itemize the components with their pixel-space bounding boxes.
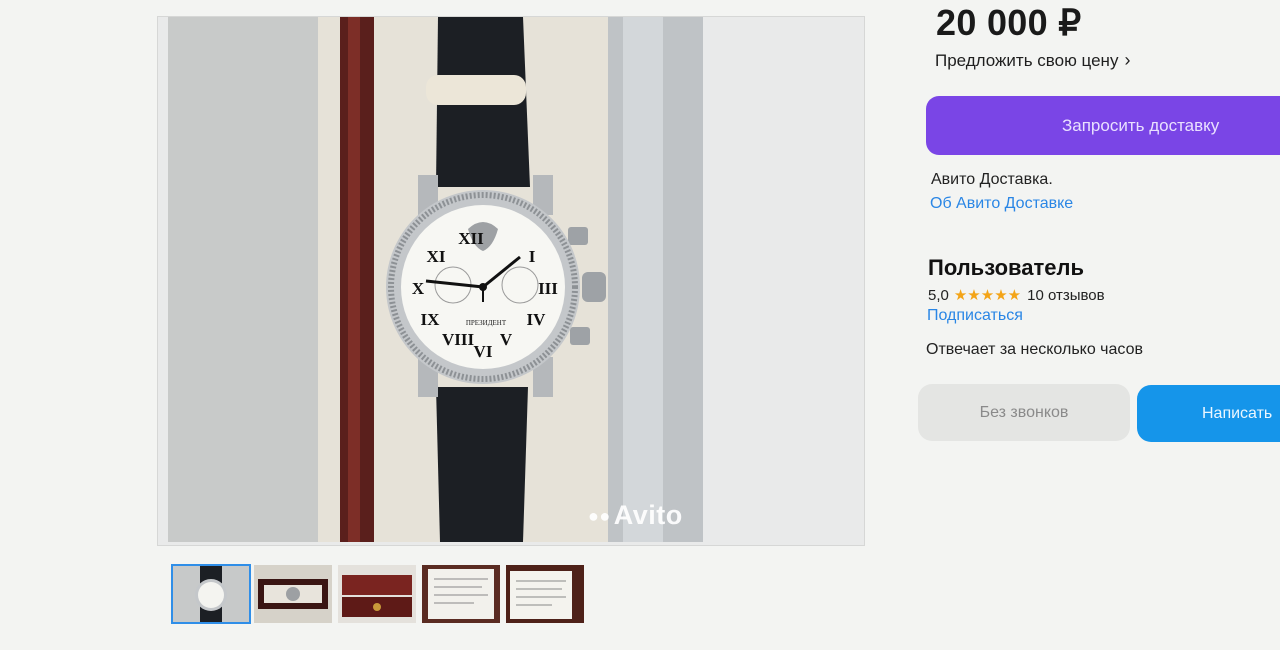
svg-text:IV: IV <box>527 310 547 329</box>
offer-price-link[interactable]: Предложить свою цену › <box>935 50 1130 71</box>
thumbnail-watch-photo[interactable] <box>171 564 251 624</box>
svg-text:VIII: VIII <box>442 330 475 349</box>
main-photo[interactable]: XII XI I X III IX IV VIII V VI ПРЕЗИДЕНТ <box>168 17 703 542</box>
svg-text:ПРЕЗИДЕНТ: ПРЕЗИДЕНТ <box>466 319 507 327</box>
svg-text:XI: XI <box>427 247 446 266</box>
no-calls-button: Без звонков <box>918 384 1130 441</box>
svg-text:XII: XII <box>458 229 484 248</box>
offer-price-label: Предложить свою цену <box>935 51 1119 70</box>
about-delivery-link[interactable]: Об Авито Доставке <box>930 195 1073 213</box>
response-time: Отвечает за несколько часов <box>926 341 1143 358</box>
avito-logo-icon: ●● <box>588 506 611 526</box>
svg-text:VI: VI <box>474 342 493 361</box>
seller-rating: 5,0 ★★★★★ 10 отзывов <box>928 286 1105 305</box>
reviews-link[interactable]: 10 отзывов <box>1027 287 1105 304</box>
avito-watermark: ●● Avito <box>588 500 683 530</box>
svg-text:V: V <box>500 330 513 349</box>
svg-text:III: III <box>538 279 558 298</box>
delivery-service-label: Авито Доставка. <box>931 171 1053 188</box>
svg-text:IX: IX <box>421 310 441 329</box>
write-message-button[interactable]: Написать <box>1137 385 1280 442</box>
thumbnail-document-1[interactable] <box>422 565 500 623</box>
seller-name[interactable]: Пользователь <box>928 255 1084 281</box>
rating-value: 5,0 <box>928 286 949 304</box>
thumbnail-watch-in-case[interactable] <box>254 565 332 623</box>
svg-text:I: I <box>529 247 536 266</box>
svg-text:X: X <box>412 279 425 298</box>
price: 20 000 ₽ <box>936 2 1082 43</box>
subscribe-link[interactable]: Подписаться <box>927 307 1023 325</box>
thumbnail-document-2[interactable] <box>506 565 584 623</box>
star-rating-icon: ★★★★★ <box>953 287 1022 304</box>
request-delivery-button[interactable]: Запросить доставку <box>926 96 1280 155</box>
thumbnail-red-box[interactable] <box>338 565 416 623</box>
chevron-right-icon: › <box>1124 50 1131 70</box>
